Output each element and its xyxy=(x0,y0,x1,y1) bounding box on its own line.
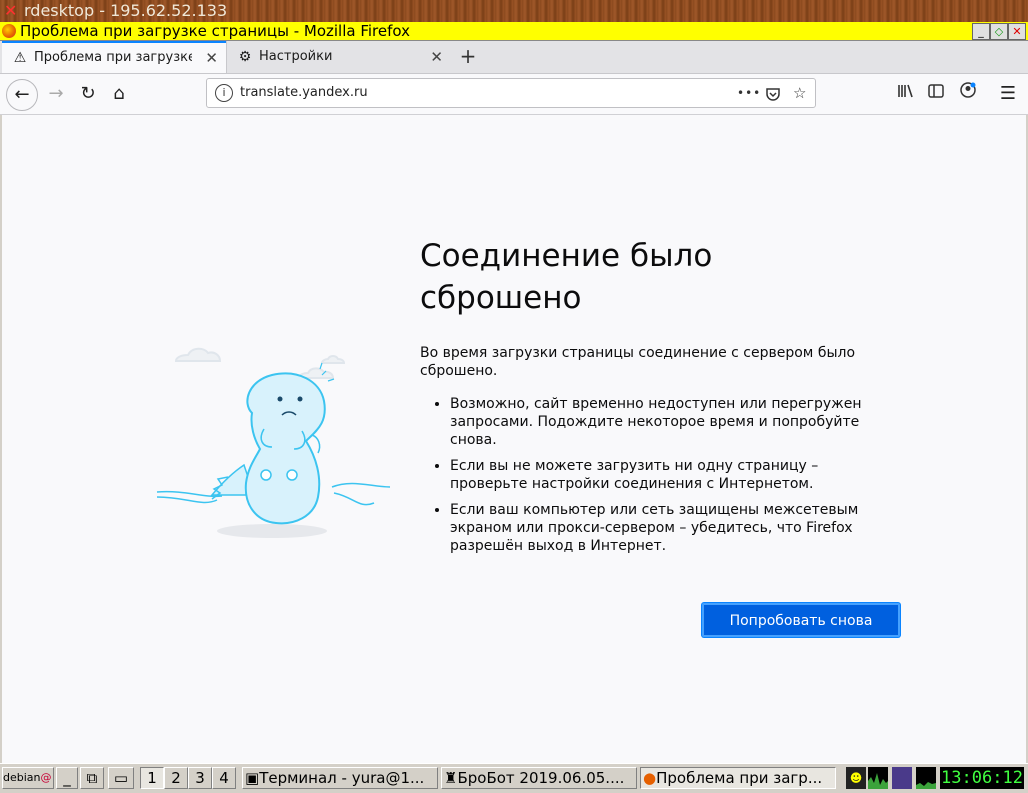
memory-monitor-icon[interactable] xyxy=(892,767,912,789)
bookmark-star-icon[interactable]: ☆ xyxy=(793,79,806,107)
taskbar-window-terminal[interactable]: ▣Терминал - yura@1... xyxy=(242,767,438,789)
page-actions-button[interactable]: ••• xyxy=(737,79,761,107)
tray-applet-icon[interactable]: ☻ xyxy=(846,767,866,789)
dinosaur-illustration-icon xyxy=(156,347,391,538)
navigation-toolbar: ← → ↻ ⌂ i translate.yandex.ru ••• ☆ ☰ xyxy=(0,74,1028,115)
error-description: Во время загрузки страницы соединение с … xyxy=(420,345,856,379)
desktop-2-button[interactable]: 2 xyxy=(164,767,188,789)
window-title: Проблема при загрузке страницы - Mozilla… xyxy=(20,22,410,40)
gear-icon: ⚙ xyxy=(238,49,252,65)
close-tab-icon[interactable]: ✕ xyxy=(205,43,218,73)
tab-error-page[interactable]: ⚠ Проблема при загрузке ✕ xyxy=(2,41,226,73)
error-page: Соединение было сброшено Во время загруз… xyxy=(2,115,1026,763)
network-monitor-icon[interactable] xyxy=(916,767,936,789)
brobot-icon: ♜ xyxy=(444,769,458,787)
firefox-icon xyxy=(2,24,16,38)
cpu-monitor-icon[interactable] xyxy=(868,767,888,789)
sidebar-icon[interactable] xyxy=(922,80,950,108)
url-text[interactable]: translate.yandex.ru xyxy=(240,79,368,107)
menu-icon[interactable]: ☰ xyxy=(994,80,1022,108)
error-suggestions-list: Возможно, сайт временно недоступен или п… xyxy=(420,395,890,563)
start-label: debian xyxy=(3,771,41,784)
desktop-1-button[interactable]: 1 xyxy=(140,767,164,789)
home-button[interactable]: ⌂ xyxy=(105,80,133,108)
window-list-icon[interactable]: ⧉ xyxy=(80,767,104,789)
taskbar-window-label: Проблема при загр... xyxy=(656,769,823,787)
try-again-button[interactable]: Попробовать снова xyxy=(702,603,900,637)
close-window-button[interactable]: ✕ xyxy=(1008,23,1026,40)
tab-strip: ⚠ Проблема при загрузке ✕ ⚙ Настройки ✕ xyxy=(0,41,1028,74)
desktop-3-button[interactable]: 3 xyxy=(188,767,212,789)
url-bar[interactable]: i translate.yandex.ru ••• ☆ xyxy=(206,78,816,108)
taskbar-window-label: Терминал - yura@1... xyxy=(259,769,425,787)
minimize-all-button[interactable]: _ xyxy=(56,767,78,789)
maximize-button[interactable]: ◇ xyxy=(990,23,1008,40)
reload-button[interactable]: ↻ xyxy=(74,80,102,108)
warning-icon: ⚠ xyxy=(13,50,27,66)
library-icon[interactable] xyxy=(892,80,920,108)
show-desktop-icon[interactable]: ▭ xyxy=(108,767,134,789)
pocket-icon[interactable] xyxy=(765,79,781,107)
taskbar-window-brobot[interactable]: ♜БроБот 2019.06.05.... xyxy=(441,767,637,789)
debian-swirl-icon: @ xyxy=(40,771,52,784)
clock: 13:06:12 xyxy=(940,767,1024,789)
rdesktop-titlebar: ✕ rdesktop - 195.62.52.133 xyxy=(0,0,1028,22)
taskbar-window-label: БроБот 2019.06.05.... xyxy=(457,769,625,787)
back-button[interactable]: ← xyxy=(6,79,38,111)
start-menu-button[interactable]: debian@ xyxy=(2,767,54,789)
minimize-button[interactable]: _ xyxy=(972,23,990,40)
info-icon[interactable]: i xyxy=(215,84,233,102)
list-item: Возможно, сайт временно недоступен или п… xyxy=(450,395,890,449)
window-titlebar: Проблема при загрузке страницы - Mozilla… xyxy=(0,22,1028,41)
taskbar: debian@ _ ⧉ ▭ 1 2 3 4 ▣Терминал - yura@1… xyxy=(0,763,1028,793)
tab-settings[interactable]: ⚙ Настройки ✕ xyxy=(226,41,451,73)
terminal-icon: ▣ xyxy=(245,769,260,787)
rdesktop-title: rdesktop - 195.62.52.133 xyxy=(24,1,228,20)
list-item: Если вы не можете загрузить ни одну стра… xyxy=(450,457,890,493)
account-icon[interactable] xyxy=(954,80,982,108)
taskbar-window-firefox[interactable]: ●Проблема при загр... xyxy=(640,767,836,789)
tab-label: Настройки xyxy=(259,49,333,64)
close-tab-icon[interactable]: ✕ xyxy=(430,41,443,73)
list-item: Если ваш компьютер или сеть защищены меж… xyxy=(450,501,890,555)
tab-label: Проблема при загрузке xyxy=(34,50,192,65)
firefox-icon: ● xyxy=(643,769,657,787)
forward-button[interactable]: → xyxy=(42,80,70,108)
desktop-4-button[interactable]: 4 xyxy=(212,767,236,789)
error-title: Соединение было сброшено xyxy=(420,238,713,316)
new-tab-button[interactable]: + xyxy=(456,41,480,73)
rdesktop-close-icon[interactable]: ✕ xyxy=(4,1,20,21)
